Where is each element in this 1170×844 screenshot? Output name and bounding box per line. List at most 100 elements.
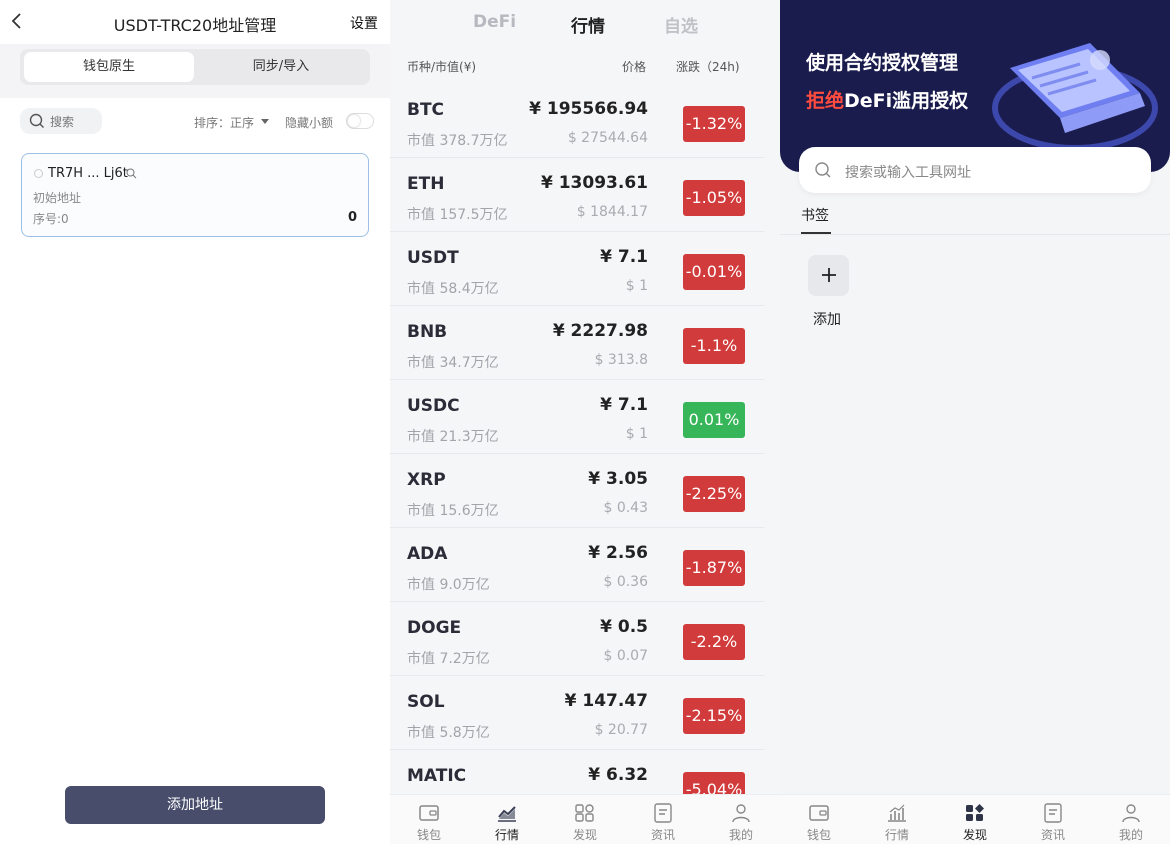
coin-symbol: USDT <box>407 248 459 268</box>
tab-defi[interactable]: DeFi <box>473 12 516 32</box>
search-icon <box>815 162 831 178</box>
nav-market[interactable]: 行情 <box>858 795 936 844</box>
bottom-nav: 钱包 行情 发现 资讯 我的 <box>390 794 780 844</box>
coin-price-usd: $ 1844.17 <box>576 204 648 220</box>
nav-label: 资讯 <box>650 828 675 842</box>
search-placeholder: 搜索 <box>50 115 75 129</box>
change-badge: -2.25% <box>683 476 745 512</box>
coin-market-cap: 市值 15.6万亿 <box>407 503 499 519</box>
coin-price-cny: ¥ 2227.98 <box>552 321 648 341</box>
view-address-icon[interactable] <box>126 168 137 179</box>
nav-discover[interactable]: 发现 <box>546 795 624 844</box>
coin-price-usd: $ 0.07 <box>603 648 648 664</box>
sort-dropdown[interactable]: 排序：正序 <box>194 114 254 131</box>
chart-icon <box>498 806 516 822</box>
coin-market-cap: 市值 58.4万亿 <box>407 281 499 297</box>
coin-price-usd: $ 0.36 <box>603 574 648 590</box>
header-price: 价格 <box>622 60 647 74</box>
search-input[interactable]: 搜索 <box>20 108 102 134</box>
coin-price-cny: ¥ 13093.61 <box>540 173 648 193</box>
coin-price-usd: $ 1 <box>625 426 648 442</box>
discover-icon <box>575 804 594 822</box>
banner-title: 使用合约授权管理 <box>806 52 959 74</box>
market-row[interactable]: DOGE 市值 7.2万亿 ¥ 0.5 $ 0.07 -2.2% <box>390 602 764 676</box>
coin-price-cny: ¥ 7.1 <box>600 395 648 415</box>
chart-icon <box>888 804 906 822</box>
hide-small-toggle[interactable] <box>346 113 374 129</box>
nav-market[interactable]: 行情 <box>468 795 546 844</box>
market-row[interactable]: ADA 市值 9.0万亿 ¥ 2.56 $ 0.36 -1.87% <box>390 528 764 602</box>
segment-native-wallet[interactable]: 钱包原生 <box>24 52 194 82</box>
divider <box>0 90 390 98</box>
market-row[interactable]: USDC 市值 21.3万亿 ¥ 7.1 $ 1 0.01% <box>390 380 764 454</box>
tab-market[interactable]: 行情 <box>571 12 605 37</box>
coin-price-cny: ¥ 147.47 <box>564 691 648 711</box>
news-icon <box>654 803 672 823</box>
market-row[interactable]: XRP 市值 15.6万亿 ¥ 3.05 $ 0.43 -2.25% <box>390 454 764 528</box>
tab-favorites[interactable]: 自选 <box>664 12 698 37</box>
bottom-nav: 钱包 行情 发现 资讯 我的 <box>780 794 1170 844</box>
search-icon <box>29 113 44 128</box>
coin-symbol: MATIC <box>407 766 467 786</box>
header-change: 涨跌（24h) <box>676 60 740 74</box>
nav-profile[interactable]: 我的 <box>702 795 780 844</box>
nav-label: 资讯 <box>1040 828 1065 842</box>
change-badge: -1.87% <box>683 550 745 586</box>
market-row[interactable]: BTC 市值 378.7万亿 ¥ 195566.94 $ 27544.64 -1… <box>390 84 764 158</box>
coin-symbol: DOGE <box>407 618 462 638</box>
address-text: TR7H ... Lj6t <box>48 166 128 181</box>
coin-market-cap: 市值 34.7万亿 <box>407 355 499 371</box>
banner-subtitle-rest: DeFi滥用授权 <box>844 90 969 112</box>
nav-wallet[interactable]: 钱包 <box>780 795 858 844</box>
nav-label: 我的 <box>1118 828 1143 842</box>
settings-button[interactable]: 设置 <box>350 13 378 33</box>
market-row[interactable]: MATIC ¥ 6.32 -5.04% <box>390 750 764 794</box>
header-coin: 币种/市值(¥) <box>407 60 477 74</box>
discover-icon <box>966 804 984 821</box>
tool-search-input[interactable]: 搜索或输入工具网址 <box>799 147 1151 193</box>
hide-small-label: 隐藏小额 <box>285 116 334 130</box>
nav-label: 发现 <box>572 828 597 842</box>
user-icon <box>732 804 750 823</box>
change-badge: -1.32% <box>683 106 745 142</box>
divider <box>780 234 1170 235</box>
market-row[interactable]: ETH 市值 157.5万亿 ¥ 13093.61 $ 1844.17 -1.0… <box>390 158 764 232</box>
market-panel: DeFi 行情 自选 币种/市值(¥) 价格 涨跌（24h) BTC 市值 37… <box>390 0 780 844</box>
nav-news[interactable]: 资讯 <box>624 795 702 844</box>
coin-price-usd: $ 1 <box>625 278 648 294</box>
coin-price-usd: $ 27544.64 <box>567 130 648 146</box>
banner-subtitle: 拒绝DeFi滥用授权 <box>806 86 968 113</box>
nav-label: 我的 <box>728 828 753 842</box>
nav-label: 行情 <box>884 828 909 842</box>
coin-market-cap: 市值 9.0万亿 <box>407 577 490 593</box>
nav-discover[interactable]: 发现 <box>936 795 1014 844</box>
nav-news[interactable]: 资讯 <box>1014 795 1092 844</box>
coin-price-usd: $ 313.8 <box>594 352 648 368</box>
caret-down-icon <box>261 119 269 124</box>
nav-wallet[interactable]: 钱包 <box>390 795 468 844</box>
coin-symbol: BNB <box>407 322 448 342</box>
segment-sync-import[interactable]: 同步/导入 <box>196 52 366 82</box>
market-row[interactable]: BNB 市值 34.7万亿 ¥ 2227.98 $ 313.8 -1.1% <box>390 306 764 380</box>
address-card[interactable]: TR7H ... Lj6t 初始地址 序号:0 0 <box>21 153 369 237</box>
coin-market-cap: 市值 157.5万亿 <box>407 207 508 223</box>
nav-profile[interactable]: 我的 <box>1092 795 1170 844</box>
add-address-button[interactable]: 添加地址 <box>65 786 325 824</box>
coin-market-cap: 市值 5.8万亿 <box>407 725 490 741</box>
wallet-icon <box>809 805 829 821</box>
page-title: USDT-TRC20地址管理 <box>113 16 277 35</box>
banner-highlight: 拒绝 <box>806 90 845 112</box>
header: USDT-TRC20地址管理 设置 <box>0 0 390 44</box>
tab-bookmarks[interactable]: 书签 <box>801 205 829 225</box>
change-badge: -5.04% <box>683 772 745 794</box>
market-row[interactable]: SOL 市值 5.8万亿 ¥ 147.47 $ 20.77 -2.15% <box>390 676 764 750</box>
wallet-icon <box>419 805 439 821</box>
add-bookmark-button[interactable] <box>808 255 849 296</box>
address-seq: 序号:0 <box>33 212 69 226</box>
market-row[interactable]: USDT 市值 58.4万亿 ¥ 7.1 $ 1 -0.01% <box>390 232 764 306</box>
add-bookmark-label: 添加 <box>813 312 841 328</box>
nav-label: 钱包 <box>416 828 441 842</box>
discover-panel: 使用合约授权管理 拒绝DeFi滥用授权 搜索或输入工具网址 书签 添加 <box>780 0 1170 844</box>
coin-market-cap: 市值 21.3万亿 <box>407 429 499 445</box>
change-badge: -2.15% <box>683 698 745 734</box>
